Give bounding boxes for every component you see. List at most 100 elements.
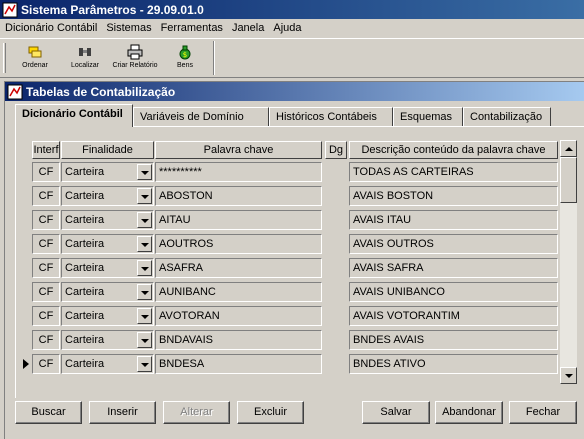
finalidade-combo[interactable]: Carteira	[61, 162, 154, 182]
current-row-indicator-icon	[23, 359, 31, 369]
tab-historicos-contabeis[interactable]: Históricos Contábeis	[269, 107, 393, 126]
toolbar-separator	[213, 41, 215, 75]
cell-interf[interactable]: CF	[32, 186, 60, 206]
alterar-button[interactable]: Alterar	[163, 401, 230, 424]
localizar-button[interactable]: Localizar	[62, 41, 108, 75]
finalidade-value: Carteira	[65, 190, 105, 202]
cell-palavra-chave[interactable]: BNDAVAIS	[155, 330, 322, 350]
dropdown-arrow-icon[interactable]	[137, 212, 152, 228]
cell-descricao[interactable]: BNDES AVAIS	[349, 330, 558, 350]
scroll-up-arrow-icon[interactable]	[560, 140, 577, 157]
window-title: Sistema Parâmetros - 29.09.01.0	[21, 2, 204, 17]
finalidade-combo[interactable]: Carteira	[61, 306, 154, 326]
fechar-button[interactable]: Fechar	[509, 401, 577, 424]
cell-interf[interactable]: CF	[32, 258, 60, 278]
cell-palavra-chave[interactable]: **********	[155, 162, 322, 182]
header-descricao[interactable]: Descrição conteúdo da palavra chave	[349, 141, 558, 159]
scroll-down-arrow-icon[interactable]	[560, 367, 577, 384]
finalidade-value: Carteira	[65, 310, 105, 322]
ordenar-label: Ordenar	[22, 62, 48, 69]
cell-palavra-chave[interactable]: AUNIBANC	[155, 282, 322, 302]
menu-ajuda[interactable]: Ajuda	[268, 22, 305, 34]
bens-label: Bens	[177, 62, 193, 69]
child-title-bar: Tabelas de Contabilização	[5, 82, 584, 101]
finalidade-combo[interactable]: Carteira	[61, 330, 154, 350]
dropdown-arrow-icon[interactable]	[137, 188, 152, 204]
cell-descricao[interactable]: BNDES ATIVO	[349, 354, 558, 374]
finalidade-value: Carteira	[65, 334, 105, 346]
app-icon	[2, 2, 18, 17]
finalidade-value: Carteira	[65, 358, 105, 370]
menu-dicionario-contabil[interactable]: Dicionário Contábil	[0, 22, 101, 34]
cell-descricao[interactable]: AVAIS SAFRA	[349, 258, 558, 278]
cell-descricao[interactable]: AVAIS VOTORANTIM	[349, 306, 558, 326]
cell-interf[interactable]: CF	[32, 210, 60, 230]
menu-bar: Dicionário Contábil Sistemas Ferramentas…	[0, 19, 584, 37]
finalidade-combo[interactable]: Carteira	[61, 210, 154, 230]
dropdown-arrow-icon[interactable]	[137, 284, 152, 300]
bens-button[interactable]: $ Bens	[162, 41, 208, 75]
finalidade-combo[interactable]: Carteira	[61, 234, 154, 254]
toolbar-grip[interactable]	[3, 43, 6, 73]
tab-variaveis-de-dominio[interactable]: Variáveis de Domínio	[133, 107, 269, 126]
cell-interf[interactable]: CF	[32, 306, 60, 326]
finalidade-combo[interactable]: Carteira	[61, 354, 154, 374]
money-bag-icon: $	[179, 45, 191, 60]
menu-ferramentas[interactable]: Ferramentas	[156, 22, 227, 34]
finalidade-combo[interactable]: Carteira	[61, 186, 154, 206]
cell-descricao[interactable]: AVAIS UNIBANCO	[349, 282, 558, 302]
child-title: Tabelas de Contabilização	[26, 84, 176, 99]
inserir-button[interactable]: Inserir	[89, 401, 156, 424]
window-title-bar: Sistema Parâmetros - 29.09.01.0	[0, 0, 584, 19]
sort-icon	[28, 46, 42, 58]
cell-descricao[interactable]: AVAIS ITAU	[349, 210, 558, 230]
buscar-button[interactable]: Buscar	[15, 401, 82, 424]
cell-palavra-chave[interactable]: ASAFRA	[155, 258, 322, 278]
tab-contabilizacao[interactable]: Contabilização	[463, 107, 551, 126]
menu-sistemas[interactable]: Sistemas	[101, 22, 155, 34]
header-finalidade[interactable]: Finalidade	[61, 141, 154, 159]
localizar-label: Localizar	[70, 62, 99, 69]
finalidade-value: Carteira	[65, 262, 105, 274]
ordenar-button[interactable]: Ordenar	[12, 41, 58, 75]
cell-palavra-chave[interactable]: ABOSTON	[155, 186, 322, 206]
dropdown-arrow-icon[interactable]	[137, 356, 152, 372]
cell-interf[interactable]: CF	[32, 162, 60, 182]
grid-vertical-scrollbar[interactable]	[560, 140, 577, 384]
cell-palavra-chave[interactable]: AOUTROS	[155, 234, 322, 254]
finalidade-combo[interactable]: Carteira	[61, 258, 154, 278]
abandonar-button[interactable]: Abandonar	[435, 401, 503, 424]
tab-esquemas[interactable]: Esquemas	[393, 107, 463, 126]
finalidade-value: Carteira	[65, 166, 105, 178]
finalidade-value: Carteira	[65, 286, 105, 298]
cell-descricao[interactable]: AVAIS BOSTON	[349, 186, 558, 206]
cell-interf[interactable]: CF	[32, 234, 60, 254]
scroll-thumb[interactable]	[560, 157, 577, 203]
binoculars-icon	[79, 48, 91, 56]
menu-janela[interactable]: Janela	[227, 22, 268, 34]
criar-relatorio-button[interactable]: Criar Relatório	[112, 41, 158, 75]
finalidade-value: Carteira	[65, 214, 105, 226]
printer-icon	[127, 44, 143, 60]
finalidade-combo[interactable]: Carteira	[61, 282, 154, 302]
criar-relatorio-label: Criar Relatório	[112, 62, 158, 69]
header-interf[interactable]: Interf	[32, 141, 60, 159]
cell-palavra-chave[interactable]: AVOTORAN	[155, 306, 322, 326]
cell-descricao[interactable]: TODAS AS CARTEIRAS	[349, 162, 558, 182]
salvar-button[interactable]: Salvar	[362, 401, 430, 424]
cell-palavra-chave[interactable]: AITAU	[155, 210, 322, 230]
dropdown-arrow-icon[interactable]	[137, 236, 152, 252]
header-dg[interactable]: Dg	[325, 141, 347, 159]
cell-descricao[interactable]: AVAIS OUTROS	[349, 234, 558, 254]
dropdown-arrow-icon[interactable]	[137, 332, 152, 348]
cell-interf[interactable]: CF	[32, 354, 60, 374]
cell-palavra-chave[interactable]: BNDESA	[155, 354, 322, 374]
dropdown-arrow-icon[interactable]	[137, 164, 152, 180]
header-palavra-chave[interactable]: Palavra chave	[155, 141, 322, 159]
excluir-button[interactable]: Excluir	[237, 401, 304, 424]
dropdown-arrow-icon[interactable]	[137, 260, 152, 276]
cell-interf[interactable]: CF	[32, 330, 60, 350]
tab-dicionario-contabil[interactable]: Dicionário Contábil	[15, 104, 133, 127]
dropdown-arrow-icon[interactable]	[137, 308, 152, 324]
cell-interf[interactable]: CF	[32, 282, 60, 302]
